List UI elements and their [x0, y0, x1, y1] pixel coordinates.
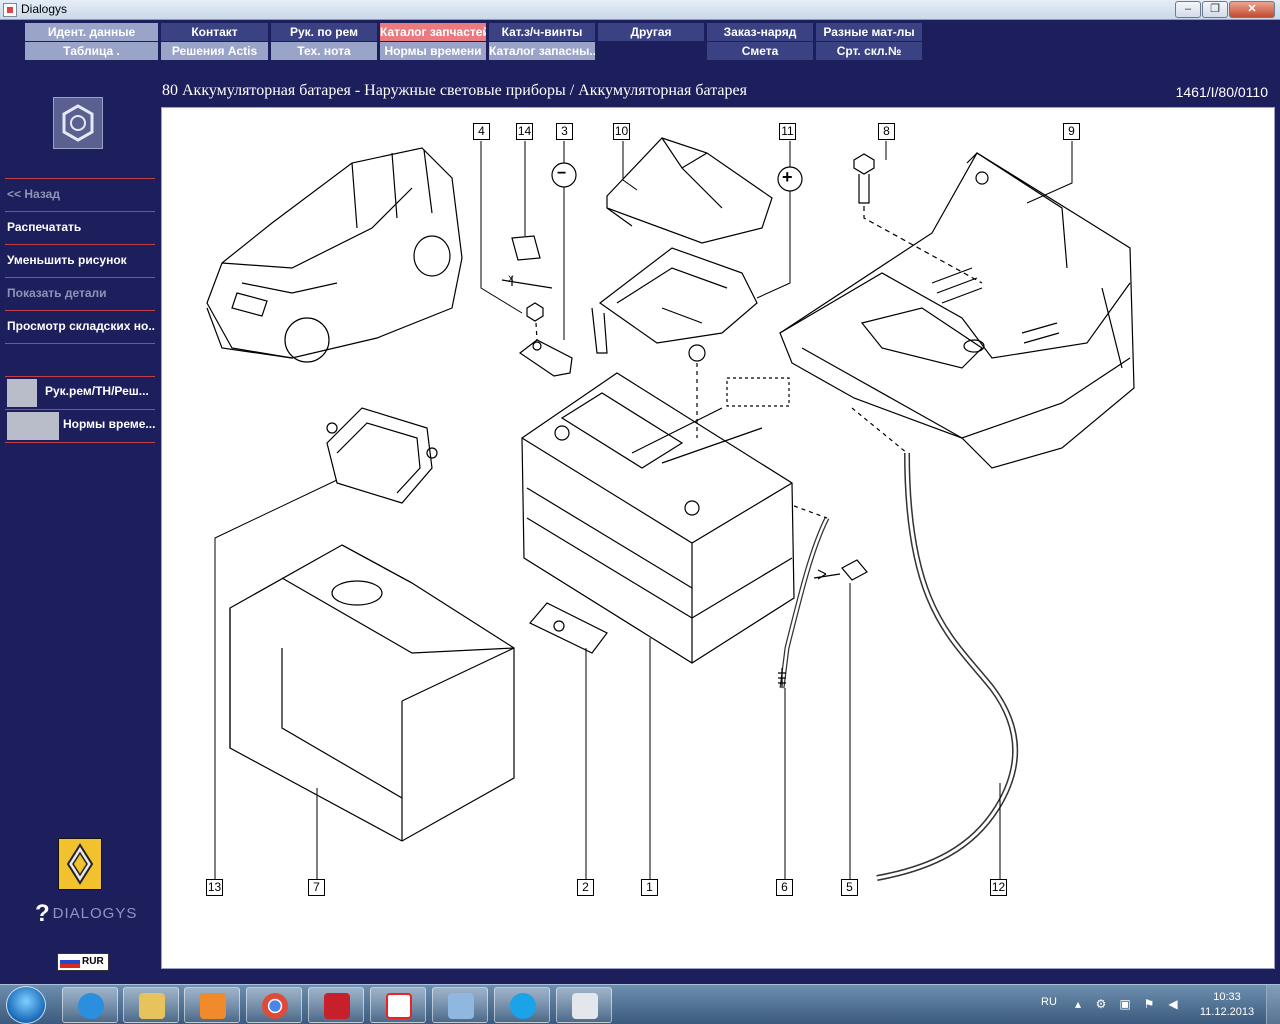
tray-expand-icon[interactable]: ▴ — [1071, 997, 1085, 1011]
zoom-out-button[interactable]: Уменьшить рисунок — [5, 244, 155, 276]
clock[interactable]: 10:33 11.12.2013 — [1196, 990, 1258, 1020]
callout-13[interactable]: 13 — [206, 879, 223, 896]
callout-9[interactable]: 9 — [1063, 123, 1080, 140]
menu-time-norms[interactable]: Нормы времени — [380, 42, 486, 60]
sidebar: << Назад Распечатать Уменьшить рисунок П… — [0, 80, 160, 980]
main-menu: Идент. данные Контакт Рук. по рем Катало… — [0, 20, 1280, 80]
network-icon[interactable]: ▣ — [1118, 997, 1132, 1011]
exploded-view-drawing — [206, 137, 1135, 881]
clock-icon — [7, 412, 59, 440]
volume-icon[interactable]: ◀ — [1166, 997, 1180, 1011]
clock-date: 11.12.2013 — [1199, 1006, 1255, 1018]
callout-8[interactable]: 8 — [878, 123, 895, 140]
callout-12[interactable]: 12 — [990, 879, 1007, 896]
show-details-button[interactable]: Показать детали — [5, 277, 155, 309]
battery-sensor — [511, 235, 541, 261]
callout-2[interactable]: 2 — [577, 879, 594, 896]
dimension-label: X — [508, 274, 515, 284]
menu-repair-manual[interactable]: Рук. по рем — [271, 23, 377, 41]
diagram-code: 1461/I/80/0110 — [1175, 84, 1268, 100]
java-icon[interactable] — [556, 987, 612, 1023]
menu-table[interactable]: Таблица . — [25, 42, 158, 60]
steam-icon[interactable]: ⚙ — [1094, 997, 1108, 1011]
time-norms-link[interactable]: Нормы време... — [5, 410, 155, 440]
callout-7[interactable]: 7 — [308, 879, 325, 896]
menu-ident-data[interactable]: Идент. данные — [25, 23, 158, 41]
back-button[interactable]: << Назад — [5, 178, 155, 210]
nut-logo-icon — [53, 97, 103, 149]
battery-tray — [779, 152, 1135, 469]
callout-11[interactable]: 11 — [779, 123, 796, 140]
ie-icon[interactable] — [62, 987, 118, 1023]
minimize-button[interactable]: – — [1175, 1, 1201, 18]
audio-icon[interactable] — [432, 987, 488, 1023]
parts-diagram[interactable]: − + X 4 14 3 10 11 8 9 13 7 2 1 6 5 12 — [161, 107, 1275, 969]
menu-estimate[interactable]: Смета — [707, 42, 813, 60]
menu-parts-screws[interactable]: Кат.з/ч-винты — [489, 23, 595, 41]
kaspersky-icon[interactable] — [308, 987, 364, 1023]
time-norms-link-label: Нормы време... — [63, 417, 155, 431]
yandex-icon[interactable] — [370, 987, 426, 1023]
battery-cover — [229, 544, 515, 842]
maximize-button[interactable]: ❐ — [1202, 1, 1228, 18]
app-icon — [3, 3, 17, 17]
callout-10[interactable]: 10 — [613, 123, 630, 140]
title-bar: Dialogys – ❐ ✕ — [0, 0, 1280, 20]
menu-other[interactable]: Другая — [598, 23, 704, 41]
repair-manual-link-label: Рук.рем/ТН/Реш... — [45, 384, 149, 398]
language-indicator[interactable]: RU — [1041, 996, 1057, 1008]
menu-work-order[interactable]: Заказ-наряд — [707, 23, 813, 41]
menu-spare-catalog[interactable]: Каталог запасны... — [489, 42, 595, 60]
callout-4[interactable]: 4 — [473, 123, 490, 140]
page-title: 80 Аккумуляторная батарея - Наружные све… — [162, 82, 747, 99]
menu-actis-solutions[interactable]: Решения Actis — [161, 42, 268, 60]
dialogys-logo: ? DIALOGYS — [35, 900, 138, 927]
menu-stock-number[interactable]: Срт. скл.№ — [816, 42, 922, 60]
callout-3[interactable]: 3 — [556, 123, 573, 140]
sidebar-divider — [5, 442, 155, 443]
relay-module — [326, 407, 438, 504]
show-desktop-button[interactable] — [1266, 985, 1280, 1024]
cable-clip — [813, 559, 868, 581]
callout-14[interactable]: 14 — [516, 123, 533, 140]
zona-icon[interactable] — [494, 987, 550, 1023]
flag-icon[interactable]: ⚑ — [1142, 997, 1156, 1011]
explorer-icon[interactable] — [123, 987, 179, 1023]
currency-selector[interactable]: RUR — [57, 953, 109, 971]
callout-1[interactable]: 1 — [641, 879, 658, 896]
renault-logo-icon — [58, 838, 102, 890]
chrome-icon[interactable] — [246, 987, 302, 1023]
menu-misc-materials[interactable]: Разные мат-лы — [816, 23, 922, 41]
fuse-box-cover — [606, 137, 773, 244]
holding-bracket — [529, 602, 608, 654]
vent-hose — [876, 452, 1019, 881]
dialogys-brand-text: DIALOGYS — [52, 905, 138, 922]
sidebar-divider — [5, 343, 155, 344]
russia-flag-icon — [60, 956, 80, 968]
clock-time: 10:33 — [1213, 991, 1241, 1003]
menu-tech-note[interactable]: Тех. нота — [271, 42, 377, 60]
callout-5[interactable]: 5 — [841, 879, 858, 896]
close-button[interactable]: ✕ — [1229, 1, 1275, 18]
start-button[interactable] — [6, 986, 46, 1024]
plus-label: + — [782, 167, 793, 187]
repair-manual-link[interactable]: Рук.рем/ТН/Реш... — [5, 377, 155, 407]
menu-parts-catalog[interactable]: Каталог запчастей — [380, 23, 486, 41]
minus-label: − — [557, 165, 567, 182]
callout-6[interactable]: 6 — [776, 879, 793, 896]
negative-terminal — [518, 339, 573, 377]
currency-label: RUR — [82, 956, 104, 967]
media-player-icon[interactable] — [184, 987, 240, 1023]
menu-contact[interactable]: Контакт — [161, 23, 268, 41]
van-illustration — [206, 147, 463, 363]
print-button[interactable]: Распечатать — [5, 211, 155, 243]
wrench-icon — [7, 379, 37, 407]
taskbar: RU ▴ ⚙ ▣ ⚑ ◀ 10:33 11.12.2013 — [0, 984, 1280, 1024]
window-title: Dialogys — [21, 2, 68, 16]
stock-view-button[interactable]: Просмотр складских но... — [5, 310, 155, 342]
